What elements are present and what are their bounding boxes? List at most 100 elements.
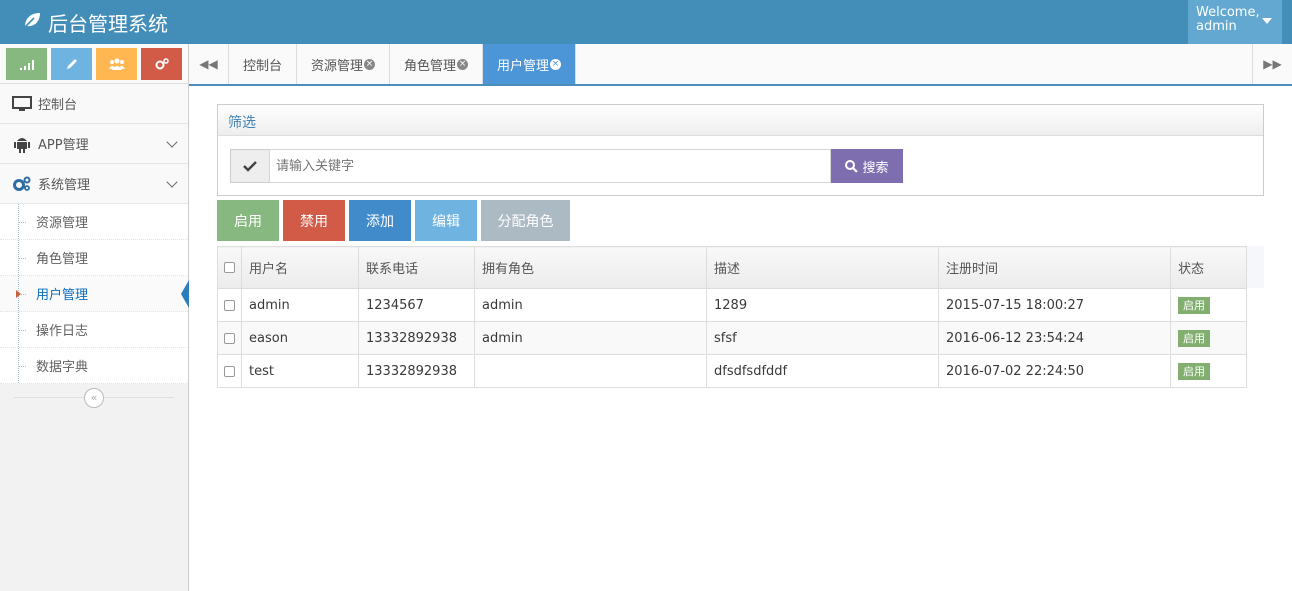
caret-down-icon (1262, 18, 1272, 24)
search-button[interactable]: 搜索 (831, 149, 903, 183)
phone-cell: 13332892938 (358, 321, 475, 355)
sidebar-item-label: 用户管理 (36, 288, 89, 303)
column-header[interactable]: 联系电话 (358, 246, 475, 289)
table-row[interactable]: test 13332892938 dfsdfsdfddf 2016-07-02 … (217, 354, 1247, 388)
sidebar-item-resource[interactable]: 资源管理 (0, 204, 188, 240)
add-button[interactable]: 添加 (349, 200, 411, 241)
sidebar-item-dashboard[interactable]: 控制台 (0, 84, 188, 124)
close-tab-icon[interactable]: × (364, 58, 376, 70)
tab-label: 用户管理 (497, 58, 550, 74)
phone-cell: 13332892938 (358, 354, 475, 388)
leaf-icon (22, 10, 42, 35)
close-tab-icon[interactable]: × (550, 58, 562, 70)
description-cell: 1289 (706, 288, 939, 322)
column-header[interactable]: 用户名 (241, 246, 359, 289)
shortcut-signal-button[interactable] (6, 48, 47, 80)
sidebar-item-label: 角色管理 (36, 252, 89, 267)
tab-role[interactable]: 角色管理 × (390, 44, 484, 84)
filter-panel: 筛选 搜索 (217, 104, 1264, 196)
active-marker-icon (16, 290, 21, 298)
enable-button[interactable]: 启用 (217, 200, 279, 241)
chevron-down-icon (166, 136, 178, 148)
sidebar-item-role[interactable]: 角色管理 (0, 240, 188, 276)
column-header[interactable]: 拥有角色 (474, 246, 707, 289)
action-toolbar: 启用 禁用 添加 编辑 分配角色 (217, 200, 570, 241)
search-input[interactable] (269, 149, 831, 183)
chevron-down-icon (166, 176, 178, 188)
shortcut-cogs-button[interactable] (141, 48, 182, 80)
description-cell: sfsf (706, 321, 939, 355)
search-icon (845, 159, 859, 173)
cogs-icon (11, 175, 33, 193)
select-all-checkbox[interactable] (224, 262, 235, 273)
status-cell: 启用 (1170, 288, 1247, 322)
sidebar-item-operation-log[interactable]: 操作日志 (0, 312, 188, 348)
column-header[interactable]: 描述 (706, 246, 939, 289)
row-checkbox[interactable] (224, 332, 235, 344)
user-menu-toggle[interactable]: Welcome, admin (1188, 0, 1282, 44)
filter-body: 搜索 (218, 136, 1263, 196)
disable-button[interactable]: 禁用 (283, 200, 345, 241)
search-button-label: 搜索 (862, 160, 889, 176)
search-check-addon[interactable] (230, 149, 270, 183)
app-title: 后台管理系统 (48, 12, 168, 36)
sidebar-item-label: APP管理 (38, 138, 89, 153)
row-select-cell (217, 354, 242, 388)
column-header[interactable]: 状态 (1170, 246, 1247, 289)
tab-user[interactable]: 用户管理 × (483, 44, 577, 84)
registered-time-cell: 2016-07-02 22:24:50 (938, 354, 1171, 388)
users-icon (108, 58, 125, 70)
filter-title: 筛选 (218, 105, 1263, 136)
sidebar-item-system-management[interactable]: 系统管理 (0, 164, 188, 204)
tab-scroll-right-button[interactable]: ▶▶ (1252, 44, 1292, 84)
username-cell: eason (241, 321, 359, 355)
row-checkbox[interactable] (224, 365, 235, 377)
forward-icon: ▶▶ (1263, 57, 1282, 71)
sidebar-item-user[interactable]: 用户管理 (0, 276, 189, 312)
table-scroll-gutter (1247, 246, 1264, 288)
close-tab-icon[interactable]: × (457, 58, 469, 70)
sidebar-item-app-management[interactable]: APP管理 (0, 124, 188, 164)
shortcut-bar (0, 44, 188, 84)
user-table: 用户名 联系电话 拥有角色 描述 注册时间 状态 admin 1234567 a… (217, 246, 1247, 388)
edit-button[interactable]: 编辑 (415, 200, 477, 241)
assign-role-button[interactable]: 分配角色 (481, 200, 570, 241)
table-header-row: 用户名 联系电话 拥有角色 描述 注册时间 状态 (217, 246, 1247, 289)
pencil-icon (66, 59, 77, 69)
tab-label: 控制台 (243, 58, 283, 74)
double-chevron-left-icon: « (90, 391, 98, 404)
tab-dashboard[interactable]: 控制台 (229, 44, 298, 84)
app-brand[interactable]: 后台管理系统 (22, 8, 168, 37)
sidebar-item-label: 数据字典 (36, 360, 89, 375)
desktop-icon (11, 95, 33, 113)
status-badge: 启用 (1178, 296, 1210, 314)
status-cell: 启用 (1170, 321, 1247, 355)
cogs-icon (155, 58, 169, 70)
sidebar-item-label: 操作日志 (36, 324, 89, 339)
role-cell (474, 354, 707, 388)
registered-time-cell: 2016-06-12 23:54:24 (938, 321, 1171, 355)
row-checkbox[interactable] (224, 299, 235, 311)
tab-bar: ◀◀ 控制台 资源管理 × 角色管理 × 用户管理 × ▶▶ (189, 44, 1292, 86)
tab-resource[interactable]: 资源管理 × (297, 44, 391, 84)
sidebar-item-label: 系统管理 (38, 178, 91, 193)
role-cell: admin (474, 288, 707, 322)
username-cell: test (241, 354, 359, 388)
column-header[interactable]: 注册时间 (938, 246, 1171, 289)
shortcut-pencil-button[interactable] (51, 48, 92, 80)
main-content: 筛选 搜索 启用 禁用 添加 编辑 分配角色 用户名 联系电话 拥有角色 描述 (217, 104, 1264, 388)
tab-scroll-left-button[interactable]: ◀◀ (189, 44, 229, 84)
status-cell: 启用 (1170, 354, 1247, 388)
role-cell: admin (474, 321, 707, 355)
sidebar-item-label: 资源管理 (36, 216, 89, 231)
backward-icon: ◀◀ (199, 57, 218, 71)
shortcut-users-button[interactable] (96, 48, 137, 80)
status-badge: 启用 (1178, 329, 1210, 347)
collapse-sidebar-button[interactable]: « (84, 388, 104, 408)
sidebar-collapse-bar: « (0, 384, 188, 412)
sidebar-item-dictionary[interactable]: 数据字典 (0, 348, 188, 384)
table-row[interactable]: admin 1234567 admin 1289 2015-07-15 18:0… (217, 288, 1247, 322)
phone-cell: 1234567 (358, 288, 475, 322)
table-row[interactable]: eason 13332892938 admin sfsf 2016-06-12 … (217, 321, 1247, 355)
top-navbar: 后台管理系统 Welcome, admin (0, 0, 1292, 44)
